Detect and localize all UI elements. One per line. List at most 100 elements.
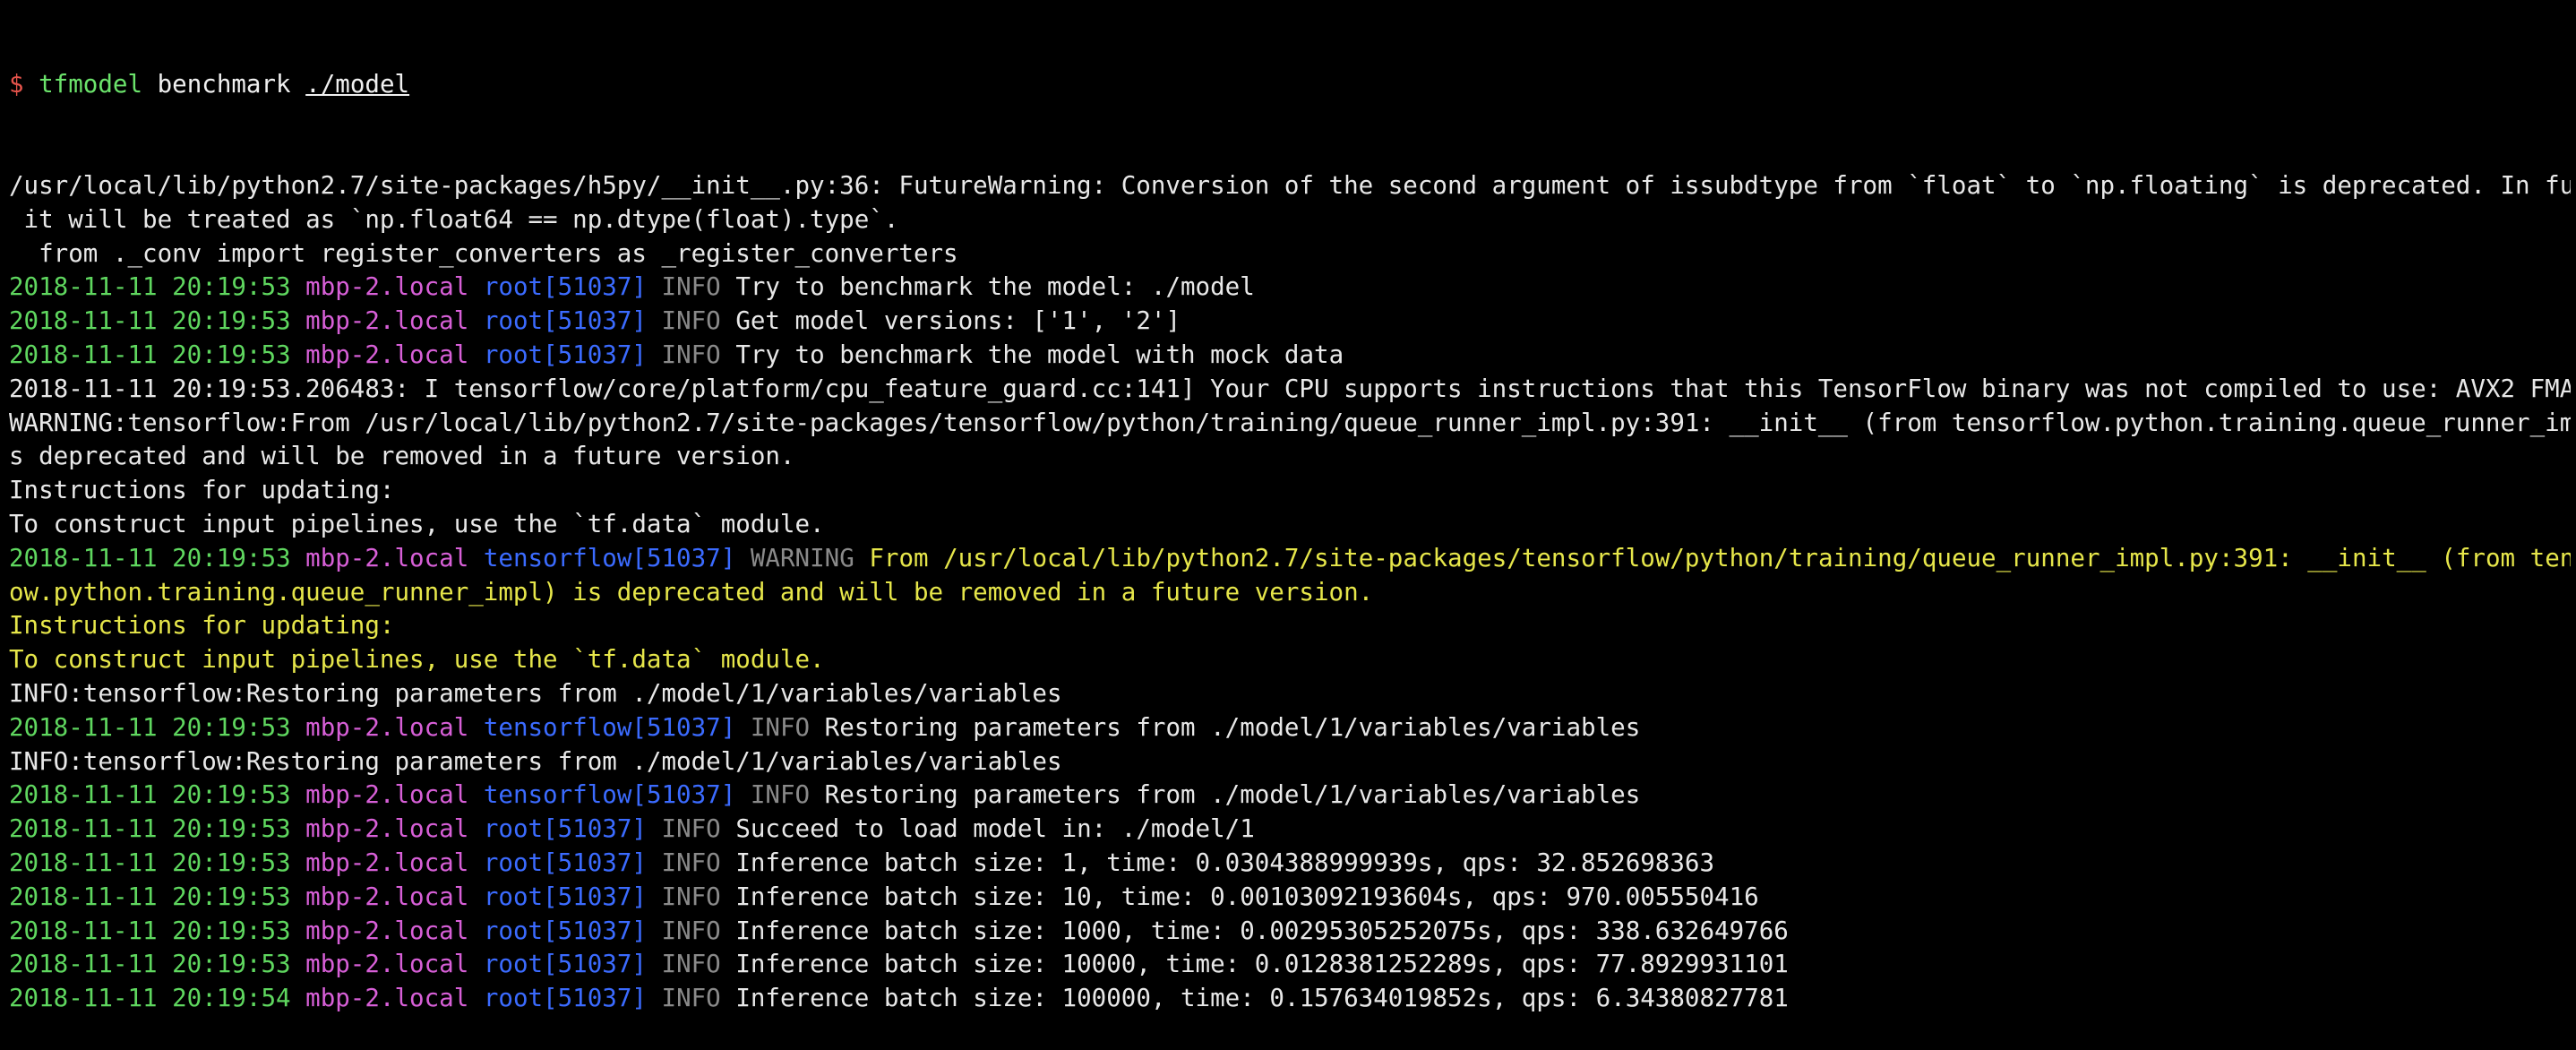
- log-timestamp: 2018-11-11 20:19:53: [9, 543, 291, 572]
- log-hostname: mbp-2.local: [305, 543, 469, 572]
- prompt-line: $ tfmodel benchmark ./model: [9, 68, 2571, 102]
- log-logger-name: root[51037]: [483, 814, 647, 844]
- output-text: Instructions for updating:: [9, 476, 395, 505]
- log-line: 2018-11-11 20:19:53 mbp-2.local root[510…: [9, 339, 2571, 373]
- log-message: Restoring parameters from ./model/1/vari…: [824, 780, 1641, 810]
- log-timestamp: 2018-11-11 20:19:53: [9, 950, 291, 979]
- log-line: 2018-11-11 20:19:53 mbp-2.local root[510…: [9, 271, 2571, 305]
- log-line: 2018-11-11 20:19:53 mbp-2.local root[510…: [9, 948, 2571, 982]
- log-line: 2018-11-11 20:19:53 mbp-2.local root[510…: [9, 813, 2571, 847]
- log-line: 2018-11-11 20:19:53 mbp-2.local tensorfl…: [9, 711, 2571, 745]
- output-text: INFO:tensorflow:Restoring parameters fro…: [9, 746, 1062, 776]
- log-timestamp: 2018-11-11 20:19:53: [9, 916, 291, 945]
- log-timestamp: 2018-11-11 20:19:53: [9, 306, 291, 336]
- command-name: tfmodel: [39, 69, 143, 99]
- log-logger-name: tensorflow[51037]: [483, 543, 736, 572]
- log-logger-name: root[51037]: [483, 306, 647, 336]
- prompt-symbol: $: [9, 69, 24, 99]
- log-line: 2018-11-11 20:19:53 mbp-2.local root[510…: [9, 847, 2571, 881]
- log-timestamp: 2018-11-11 20:19:53: [9, 814, 291, 844]
- output-line: WARNING:tensorflow:From /usr/local/lib/p…: [9, 407, 2571, 441]
- log-logger-name: root[51037]: [483, 272, 647, 302]
- log-message: Inference batch size: 1, time: 0.0304388…: [735, 848, 1715, 877]
- log-hostname: mbp-2.local: [305, 306, 469, 336]
- log-hostname: mbp-2.local: [305, 848, 469, 877]
- log-logger-name: root[51037]: [483, 984, 647, 1013]
- log-timestamp: 2018-11-11 20:19:53: [9, 848, 291, 877]
- warning-continuation-line: To construct input pipelines, use the `t…: [9, 643, 2571, 677]
- log-logger-name: root[51037]: [483, 882, 647, 911]
- output-text: it will be treated as `np.float64 == np.…: [9, 204, 899, 234]
- log-hostname: mbp-2.local: [305, 882, 469, 911]
- warning-continuation-line: Instructions for updating:: [9, 609, 2571, 643]
- log-line: 2018-11-11 20:19:53 mbp-2.local tensorfl…: [9, 779, 2571, 813]
- output-line: To construct input pipelines, use the `t…: [9, 508, 2571, 542]
- log-logger-name: root[51037]: [483, 340, 647, 369]
- log-message: Inference batch size: 100000, time: 0.15…: [735, 984, 1789, 1013]
- log-line: 2018-11-11 20:19:54 mbp-2.local root[510…: [9, 982, 2571, 1016]
- warning-log-line: 2018-11-11 20:19:53 mbp-2.local tensorfl…: [9, 542, 2571, 576]
- output-line: Instructions for updating:: [9, 474, 2571, 508]
- output-line: from ._conv import register_converters a…: [9, 237, 2571, 271]
- log-logger-name: tensorflow[51037]: [483, 712, 736, 742]
- log-timestamp: 2018-11-11 20:19:53: [9, 780, 291, 810]
- log-level: INFO: [661, 272, 721, 302]
- log-line: 2018-11-11 20:19:53 mbp-2.local root[510…: [9, 305, 2571, 339]
- log-message: Inference batch size: 10000, time: 0.012…: [735, 950, 1789, 979]
- log-logger-name: root[51037]: [483, 916, 647, 945]
- log-logger-name: tensorflow[51037]: [483, 780, 736, 810]
- log-line: 2018-11-11 20:19:53 mbp-2.local root[510…: [9, 915, 2571, 949]
- log-hostname: mbp-2.local: [305, 950, 469, 979]
- log-timestamp: 2018-11-11 20:19:53: [9, 340, 291, 369]
- log-level: INFO: [661, 984, 721, 1013]
- log-timestamp: 2018-11-11 20:19:54: [9, 984, 291, 1013]
- output-line: /usr/local/lib/python2.7/site-packages/h…: [9, 169, 2571, 203]
- log-message: Try to benchmark the model with mock dat…: [735, 340, 1344, 369]
- log-timestamp: 2018-11-11 20:19:53: [9, 712, 291, 742]
- log-level: INFO: [661, 306, 721, 336]
- log-level: WARNING: [750, 543, 854, 572]
- log-hostname: mbp-2.local: [305, 916, 469, 945]
- warning-text: Instructions for updating:: [9, 611, 395, 641]
- log-hostname: mbp-2.local: [305, 814, 469, 844]
- warning-continuation-line: ow.python.training.queue_runner_impl) is…: [9, 576, 2571, 610]
- warning-text: To construct input pipelines, use the `t…: [9, 645, 825, 675]
- output-text: 2018-11-11 20:19:53.206483: I tensorflow…: [9, 374, 2571, 403]
- log-message: Inference batch size: 10, time: 0.001030…: [735, 882, 1759, 911]
- output-text: WARNING:tensorflow:From /usr/local/lib/p…: [9, 408, 2571, 437]
- command-subcommand: benchmark: [157, 69, 291, 99]
- output-text: /usr/local/lib/python2.7/site-packages/h…: [9, 170, 2571, 200]
- log-timestamp: 2018-11-11 20:19:53: [9, 272, 291, 302]
- output-text: To construct input pipelines, use the `t…: [9, 509, 825, 538]
- log-line: 2018-11-11 20:19:53 mbp-2.local root[510…: [9, 881, 2571, 915]
- output-text: INFO:tensorflow:Restoring parameters fro…: [9, 678, 1062, 708]
- log-hostname: mbp-2.local: [305, 272, 469, 302]
- output-line: s deprecated and will be removed in a fu…: [9, 440, 2571, 474]
- log-level: INFO: [661, 882, 721, 911]
- log-message: Restoring parameters from ./model/1/vari…: [824, 712, 1641, 742]
- log-timestamp: 2018-11-11 20:19:53: [9, 882, 291, 911]
- output-line: INFO:tensorflow:Restoring parameters fro…: [9, 745, 2571, 779]
- log-level: INFO: [661, 916, 721, 945]
- log-message: Try to benchmark the model: ./model: [735, 272, 1255, 302]
- log-level: INFO: [750, 712, 811, 742]
- log-hostname: mbp-2.local: [305, 712, 469, 742]
- log-lines: /usr/local/lib/python2.7/site-packages/h…: [9, 169, 2571, 1016]
- log-logger-name: root[51037]: [483, 950, 647, 979]
- log-hostname: mbp-2.local: [305, 340, 469, 369]
- output-line: INFO:tensorflow:Restoring parameters fro…: [9, 677, 2571, 711]
- log-level: INFO: [661, 950, 721, 979]
- output-line: it will be treated as `np.float64 == np.…: [9, 203, 2571, 237]
- log-level: INFO: [661, 848, 721, 877]
- log-hostname: mbp-2.local: [305, 780, 469, 810]
- log-level: INFO: [750, 780, 811, 810]
- log-logger-name: root[51037]: [483, 848, 647, 877]
- output-text: s deprecated and will be removed in a fu…: [9, 442, 795, 471]
- output-line: 2018-11-11 20:19:53.206483: I tensorflow…: [9, 373, 2571, 407]
- terminal-output[interactable]: $ tfmodel benchmark ./model /usr/local/l…: [9, 0, 2571, 1050]
- output-text: from ._conv import register_converters a…: [9, 238, 958, 268]
- log-level: INFO: [661, 340, 721, 369]
- log-message: Succeed to load model in: ./model/1: [735, 814, 1255, 844]
- log-level: INFO: [661, 814, 721, 844]
- log-message: Inference batch size: 1000, time: 0.0029…: [735, 916, 1789, 945]
